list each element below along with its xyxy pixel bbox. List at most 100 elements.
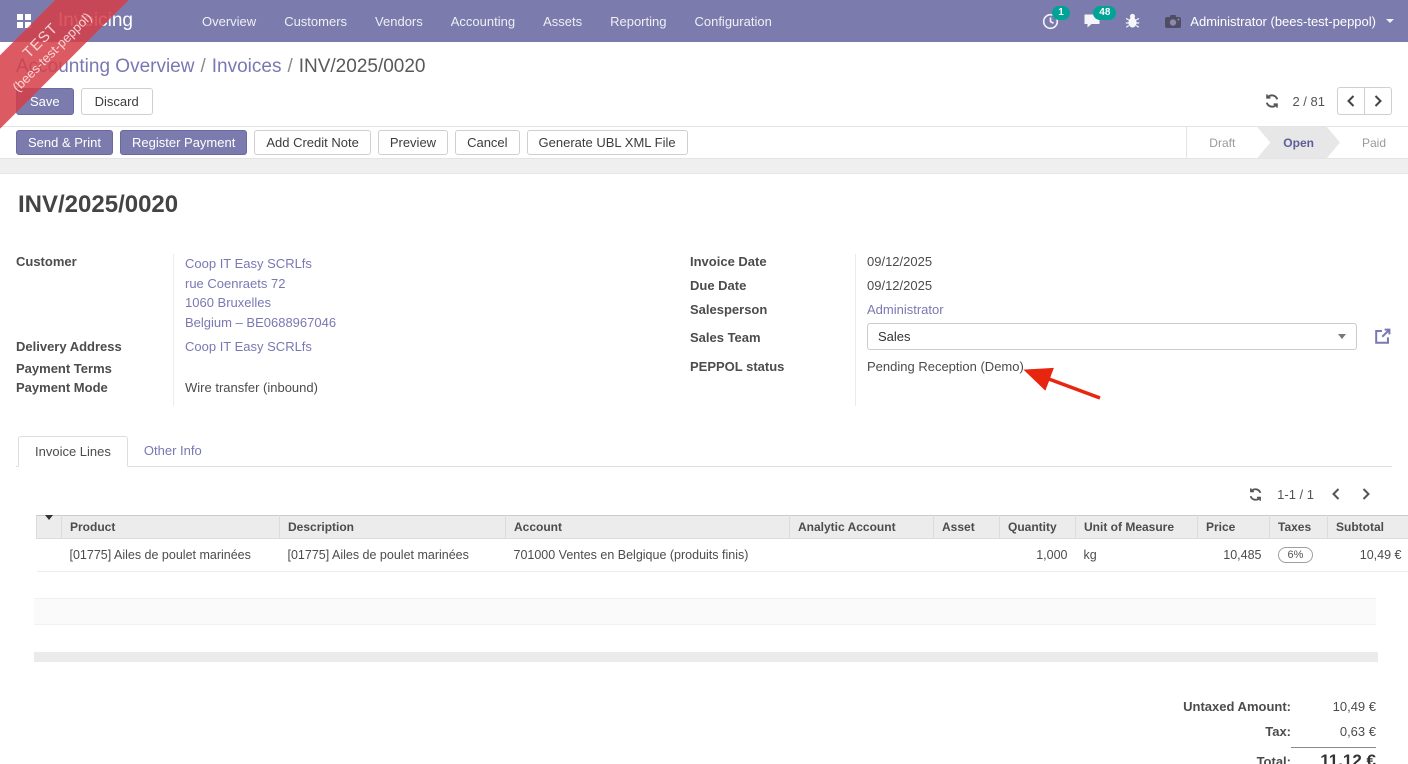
activity-badge: 1	[1052, 5, 1070, 20]
customer-country-vat[interactable]: Belgium – BE0688967046	[185, 313, 336, 333]
messages-badge: 48	[1093, 6, 1117, 20]
select-caret-icon	[1338, 334, 1346, 339]
register-payment-button[interactable]: Register Payment	[120, 130, 248, 155]
state-draft[interactable]: Draft	[1187, 127, 1257, 158]
menu-accounting[interactable]: Accounting	[440, 8, 526, 35]
avatar-icon	[1164, 14, 1182, 29]
cell-asset[interactable]	[933, 538, 1000, 572]
menu-vendors[interactable]: Vendors	[364, 8, 434, 35]
cell-account[interactable]: 701000 Ventes en Belgique (produits fini…	[505, 538, 790, 572]
untaxed-amount-label: Untaxed Amount:	[1183, 699, 1291, 714]
cell-analytic-account[interactable]	[789, 538, 934, 572]
cell-uom[interactable]: kg	[1075, 538, 1198, 572]
payment-mode-label: Payment Mode	[16, 380, 108, 395]
col-uom[interactable]: Unit of Measure	[1075, 515, 1198, 539]
customer-street[interactable]: rue Coenraets 72	[185, 274, 336, 294]
preview-button[interactable]: Preview	[377, 130, 449, 155]
app-name[interactable]: Invoicing	[58, 10, 133, 32]
sales-team-field: Sales	[855, 323, 1392, 350]
external-link-icon[interactable]	[1373, 327, 1392, 346]
tax-value: 0,63 €	[1339, 724, 1376, 739]
due-date-label: Due Date	[690, 278, 747, 293]
cell-description[interactable]: [01775] Ailes de poulet marinées	[279, 538, 506, 572]
col-description[interactable]: Description	[279, 515, 506, 539]
sales-team-select[interactable]: Sales	[867, 323, 1357, 350]
user-menu[interactable]: Administrator (bees-test-peppol)	[1164, 14, 1394, 29]
customer-name-link[interactable]: Coop IT Easy SCRLfs	[185, 254, 336, 274]
horizontal-scrollbar[interactable]	[34, 652, 1378, 662]
breadcrumb-invoices[interactable]: Invoices	[212, 56, 282, 77]
breadcrumb-separator: /	[200, 56, 206, 77]
sheet-gap	[0, 159, 1408, 174]
menu-assets[interactable]: Assets	[532, 8, 593, 35]
main-menu: Overview Customers Vendors Accounting As…	[191, 8, 783, 35]
menu-customers[interactable]: Customers	[273, 8, 358, 35]
tax-badge: 6%	[1277, 547, 1314, 563]
customer-label: Customer	[16, 254, 77, 269]
menu-configuration[interactable]: Configuration	[683, 8, 782, 35]
tax-label: Tax:	[1265, 724, 1291, 739]
add-credit-note-button[interactable]: Add Credit Note	[254, 130, 371, 155]
cell-price[interactable]: 10,485	[1197, 538, 1270, 572]
delivery-address-label: Delivery Address	[16, 339, 122, 354]
status-pipeline: Draft Open Paid	[1186, 127, 1408, 158]
delivery-address-link[interactable]: Coop IT Easy SCRLfs	[173, 337, 312, 354]
state-paid[interactable]: Paid	[1340, 127, 1408, 158]
top-navbar: Invoicing Overview Customers Vendors Acc…	[0, 0, 1408, 42]
total-value: 11,12 €	[1291, 747, 1376, 764]
col-taxes[interactable]: Taxes	[1269, 515, 1328, 539]
col-asset[interactable]: Asset	[933, 515, 1000, 539]
field-customer: Customer Coop IT Easy SCRLfs rue Coenrae…	[16, 252, 690, 332]
control-panel: Save Discard 2 / 81	[0, 87, 1408, 115]
cell-product[interactable]: [01775] Ailes de poulet marinées	[61, 538, 280, 572]
save-button[interactable]: Save	[16, 87, 74, 115]
cell-subtotal: 10,49 €	[1327, 538, 1408, 572]
col-account[interactable]: Account	[505, 515, 790, 539]
lines-pager: 1-1 / 1	[16, 483, 1392, 505]
cell-taxes[interactable]: 6%	[1269, 538, 1328, 572]
customer-city[interactable]: 1060 Bruxelles	[185, 293, 336, 313]
menu-reporting[interactable]: Reporting	[599, 8, 677, 35]
breadcrumb-accounting-overview[interactable]: Accounting Overview	[16, 56, 194, 77]
lines-next-icon[interactable]	[1358, 488, 1374, 500]
apps-grid-icon[interactable]	[14, 11, 34, 31]
tab-other-info[interactable]: Other Info	[128, 436, 218, 466]
optional-columns-button[interactable]	[36, 515, 62, 539]
due-date-value[interactable]: 09/12/2025	[855, 276, 932, 293]
dropdown-caret-icon	[1386, 19, 1394, 23]
refresh-icon[interactable]	[1264, 93, 1280, 109]
invoice-date-value[interactable]: 09/12/2025	[855, 252, 932, 269]
refresh-icon[interactable]	[1248, 487, 1263, 502]
col-analytic-account[interactable]: Analytic Account	[789, 515, 934, 539]
breadcrumb-current: INV/2025/0020	[298, 56, 426, 77]
messages-icon[interactable]: 48	[1083, 6, 1117, 29]
state-open[interactable]: Open	[1257, 127, 1340, 158]
generate-ubl-button[interactable]: Generate UBL XML File	[526, 130, 688, 155]
col-subtotal[interactable]: Subtotal	[1327, 515, 1408, 539]
salesperson-link[interactable]: Administrator	[855, 300, 944, 317]
breadcrumb: Accounting Overview / Invoices / INV/2025/00…	[0, 42, 1408, 78]
cell-quantity[interactable]: 1,000	[999, 538, 1076, 572]
col-price[interactable]: Price	[1197, 515, 1270, 539]
next-record-button[interactable]	[1364, 87, 1392, 115]
systray: 1 48 Administrator (bees-test-peppol)	[1042, 5, 1394, 30]
discard-button[interactable]: Discard	[80, 87, 153, 115]
lines-pager-value: 1-1 / 1	[1277, 486, 1314, 502]
invoice-date-label: Invoice Date	[690, 254, 767, 269]
column-dropdown-icon	[45, 515, 53, 534]
cancel-button[interactable]: Cancel	[455, 130, 520, 155]
prev-record-button[interactable]	[1337, 87, 1365, 115]
activity-clock-icon[interactable]: 1	[1042, 5, 1070, 30]
field-payment-terms: Payment Terms	[16, 359, 690, 376]
field-delivery-address: Delivery Address Coop IT Easy SCRLfs	[16, 337, 690, 354]
send-print-button[interactable]: Send & Print	[16, 130, 113, 155]
payment-mode-value[interactable]: Wire transfer (inbound)	[173, 378, 318, 395]
col-quantity[interactable]: Quantity	[999, 515, 1076, 539]
col-product[interactable]: Product	[61, 515, 280, 539]
tab-invoice-lines[interactable]: Invoice Lines	[18, 436, 128, 467]
lines-prev-icon[interactable]	[1328, 488, 1344, 500]
payment-terms-value[interactable]	[173, 359, 185, 376]
debug-bug-icon[interactable]	[1125, 13, 1140, 29]
menu-overview[interactable]: Overview	[191, 8, 267, 35]
table-row[interactable]: [01775] Ailes de poulet marinées [01775]…	[36, 538, 1408, 572]
